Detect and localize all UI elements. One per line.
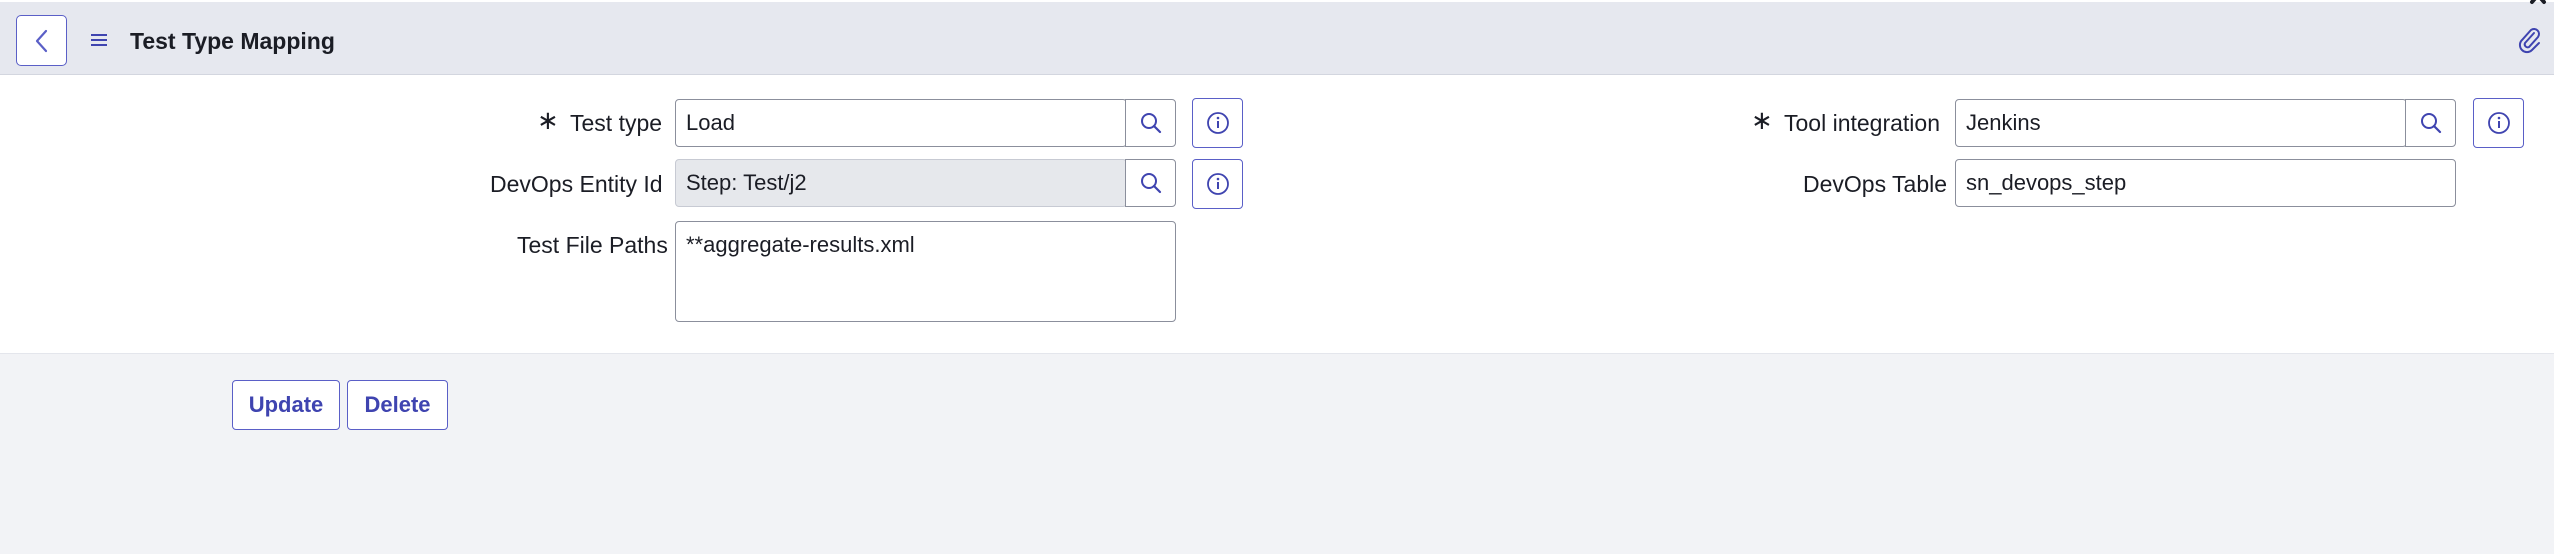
devops-entity-id-lookup-button[interactable] [1125, 159, 1176, 207]
form-actions: Update Delete [0, 353, 2554, 554]
required-marker: ∗ [1751, 106, 1773, 136]
back-button[interactable] [16, 15, 67, 66]
info-icon [1206, 112, 1229, 134]
delete-button[interactable]: Delete [347, 380, 448, 430]
test-type-info-button[interactable] [1192, 98, 1243, 148]
form-header: Test Type Mapping [0, 0, 2554, 75]
required-marker: ∗ [537, 106, 559, 136]
devops-entity-id-info-button[interactable] [1192, 159, 1243, 209]
devops-table-label: DevOps Table [1803, 171, 1948, 197]
test-file-paths-textarea[interactable]: **aggregate-results.xml [675, 221, 1176, 322]
search-icon [1140, 173, 1161, 194]
paperclip-icon[interactable] [2516, 26, 2542, 54]
update-button[interactable]: Update [232, 380, 340, 430]
test-file-paths-label: Test File Paths [517, 232, 668, 258]
test-type-input[interactable]: Load [675, 99, 1127, 147]
close-icon[interactable] [2526, 0, 2554, 12]
tool-integration-label: Tool integration [1784, 110, 1940, 136]
hamburger-menu-icon[interactable] [89, 30, 109, 50]
devops-entity-id-label: DevOps Entity Id [490, 171, 663, 197]
info-icon [2487, 112, 2510, 134]
devops-entity-id-input[interactable]: Step: Test/j2 [675, 159, 1127, 207]
page-title: Test Type Mapping [130, 28, 335, 54]
tool-integration-lookup-button[interactable] [2405, 99, 2456, 147]
chevron-left-icon [35, 29, 47, 52]
info-icon [1206, 173, 1229, 195]
tool-integration-info-button[interactable] [2473, 98, 2524, 148]
devops-table-input[interactable]: sn_devops_step [1955, 159, 2456, 207]
tool-integration-input[interactable]: Jenkins [1955, 99, 2407, 147]
form-body: ∗ Test type Load DevOps Entity Id Step: … [0, 76, 2554, 353]
search-icon [2420, 113, 2441, 134]
search-icon [1140, 113, 1161, 134]
test-type-lookup-button[interactable] [1125, 99, 1176, 147]
test-type-label: Test type [570, 110, 663, 136]
